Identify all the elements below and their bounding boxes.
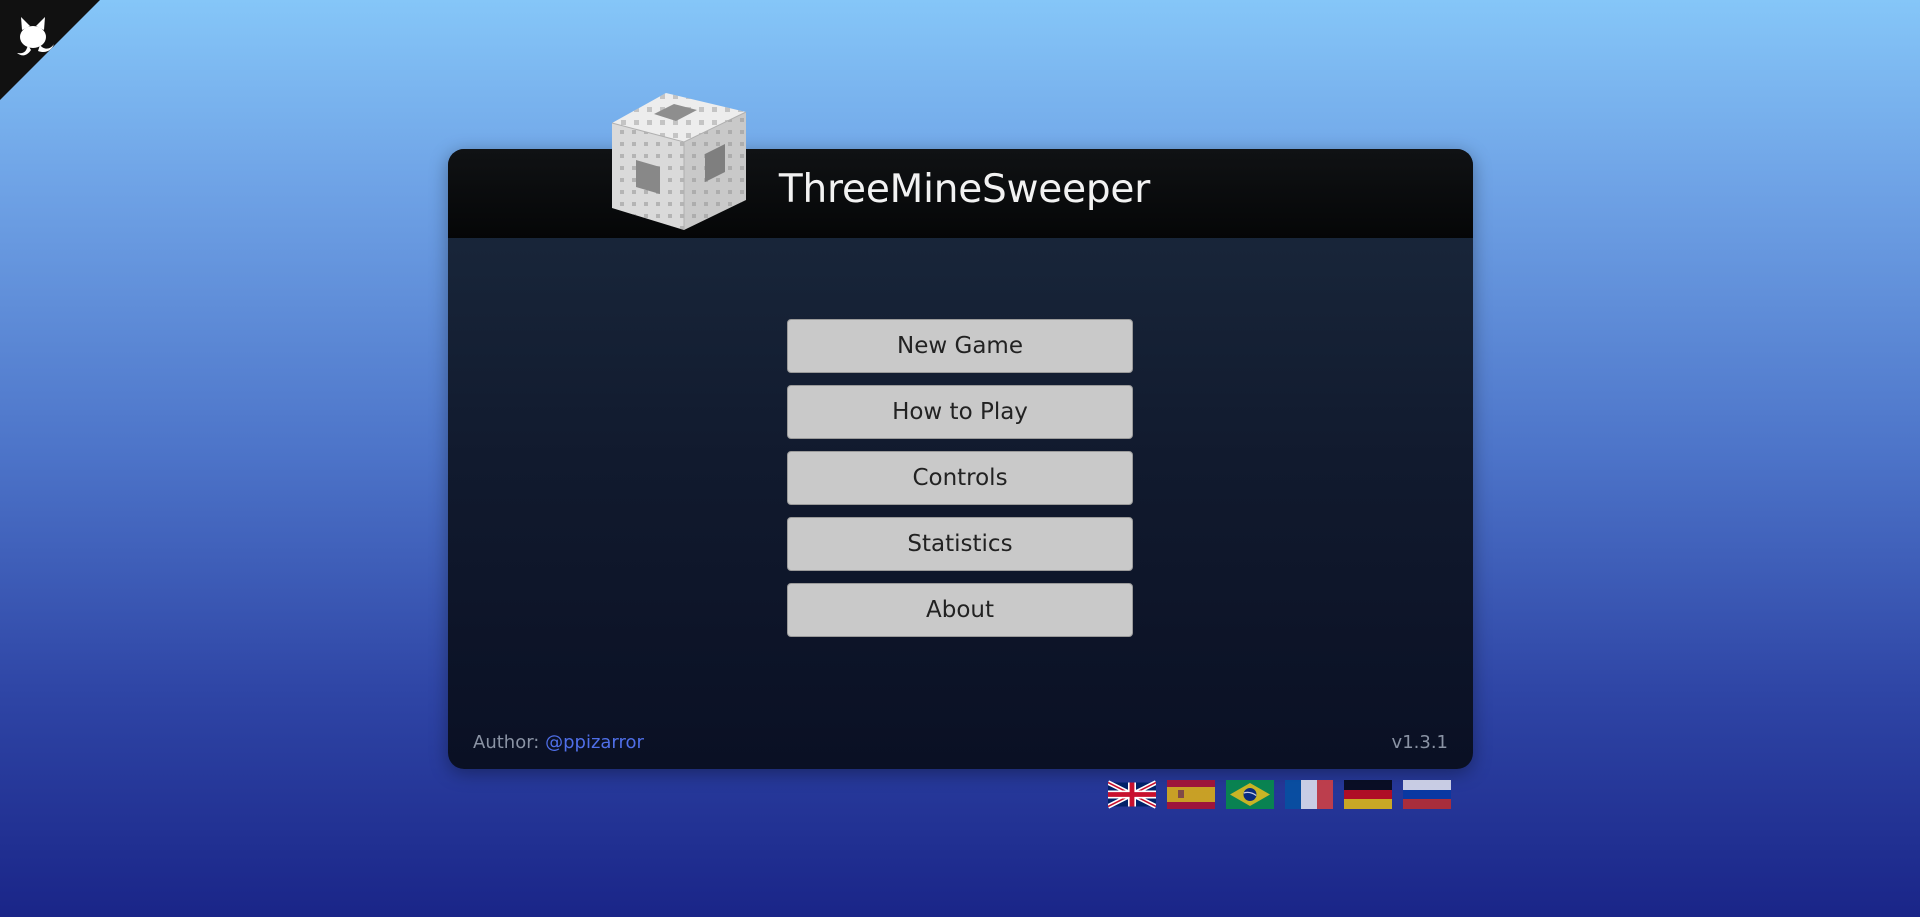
app-title: ThreeMineSweeper xyxy=(778,167,1151,212)
germany-flag-icon[interactable] xyxy=(1344,780,1392,809)
statistics-button[interactable]: Statistics xyxy=(787,517,1133,571)
menger-cube-logo xyxy=(611,93,747,230)
how-to-play-button[interactable]: How to Play xyxy=(787,385,1133,439)
panel-header: ThreeMineSweeper xyxy=(448,149,1473,238)
brazil-flag-icon[interactable] xyxy=(1226,780,1274,809)
new-game-button[interactable]: New Game xyxy=(787,319,1133,373)
france-flag-icon[interactable] xyxy=(1285,780,1333,809)
language-selector xyxy=(1108,780,1451,809)
author-label: Author: xyxy=(473,732,540,753)
author-credit: Author: @ppizarror xyxy=(473,732,644,753)
russia-flag-icon[interactable] xyxy=(1403,780,1451,809)
about-button[interactable]: About xyxy=(787,583,1133,637)
version-label: v1.3.1 xyxy=(1391,732,1448,753)
main-menu: New Game How to Play Controls Statistics… xyxy=(787,319,1133,637)
author-link[interactable]: @ppizarror xyxy=(545,732,644,753)
controls-button[interactable]: Controls xyxy=(787,451,1133,505)
spain-flag-icon[interactable] xyxy=(1167,780,1215,809)
github-corner[interactable] xyxy=(0,0,100,100)
uk-flag-icon[interactable] xyxy=(1108,780,1156,809)
